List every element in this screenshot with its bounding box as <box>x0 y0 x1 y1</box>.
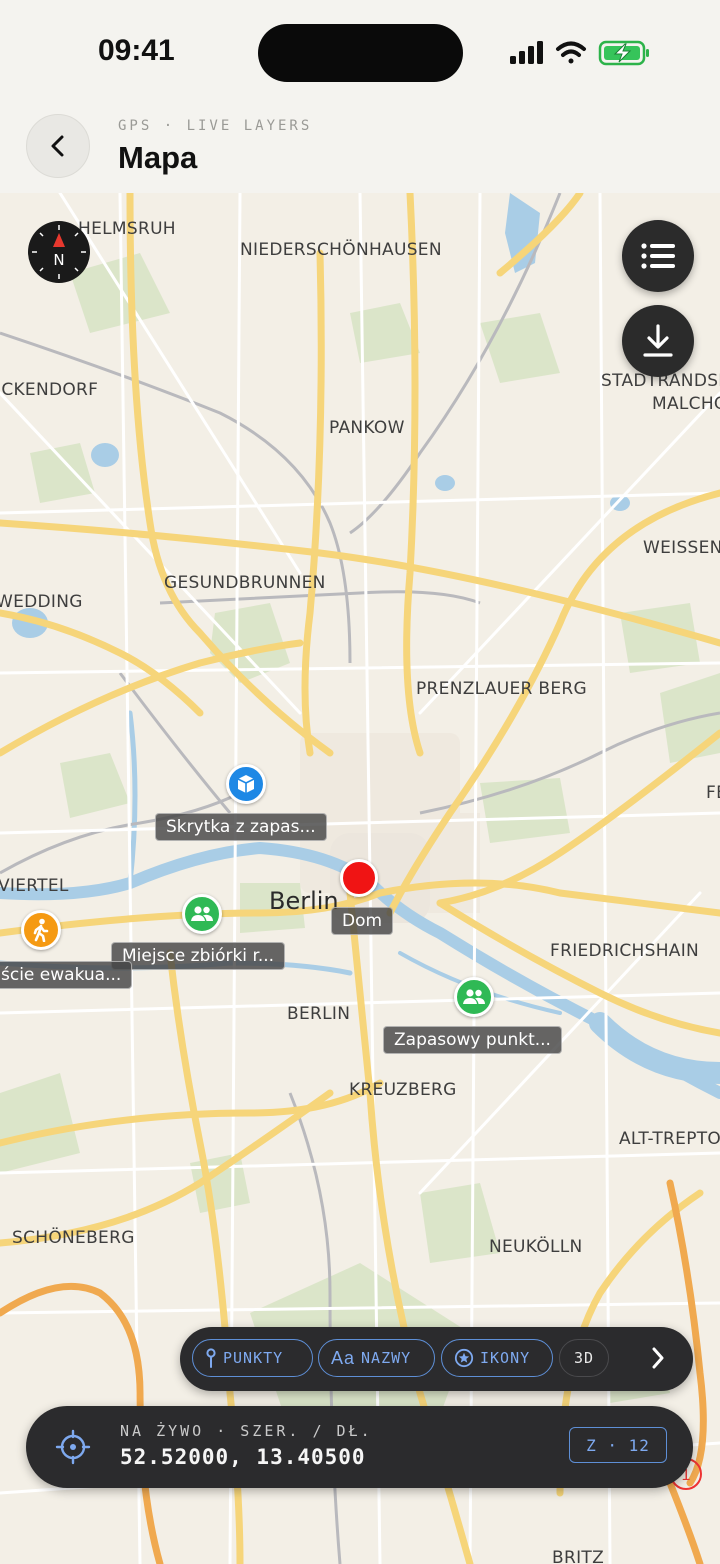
status-icons <box>510 40 649 66</box>
toggle-points[interactable]: PUNKTY <box>192 1339 313 1377</box>
map-label: WEISSEN <box>643 538 720 558</box>
map-city-label: Berlin <box>269 887 339 915</box>
layers-list-button[interactable] <box>622 220 694 292</box>
marker-label: Dom <box>331 907 394 935</box>
download-button[interactable] <box>622 305 694 377</box>
chevron-left-icon <box>51 135 64 157</box>
cache-marker[interactable] <box>226 764 266 804</box>
map-label: BRITZ <box>552 1548 605 1564</box>
map-view[interactable]: 1 HELMSRUH NIEDERSCHÖNHAUSEN ICKENDORF S… <box>0 193 720 1564</box>
map-label: PANKOW <box>329 418 405 438</box>
map-label: BERLIN <box>287 1004 351 1024</box>
back-button[interactable] <box>26 114 90 178</box>
battery-charging-icon <box>598 40 649 66</box>
toggle-names[interactable]: Aa NAZWY <box>318 1339 435 1377</box>
compass-icon: N <box>32 225 86 279</box>
map-label: FE <box>706 783 720 803</box>
map-label: NEUKÖLLN <box>489 1237 583 1257</box>
marker-label: ście ewakua... <box>0 961 133 989</box>
dynamic-island <box>258 24 463 82</box>
map-label: HELMSRUH <box>78 219 176 239</box>
crosshair-icon[interactable] <box>55 1429 91 1465</box>
map-label: WEDDING <box>0 592 83 612</box>
map-label: ALT-TREPTO <box>619 1129 720 1149</box>
compass-letter: N <box>53 251 64 269</box>
coords-value: 52.52000, 13.40500 <box>120 1445 366 1469</box>
map-label: VIERTEL <box>0 876 69 896</box>
backup-point-marker[interactable] <box>454 977 494 1017</box>
wifi-icon <box>556 41 586 64</box>
star-badge-icon <box>454 1348 474 1368</box>
map-label: GESUNDBRUNNEN <box>164 573 326 593</box>
zoom-level-badge[interactable]: Z · 12 <box>569 1427 667 1463</box>
toggle-3d-label: 3D <box>573 1349 595 1367</box>
toggle-icons[interactable]: IKONY <box>441 1339 553 1377</box>
cube-icon <box>237 775 255 793</box>
group-icon <box>191 906 213 921</box>
page-header: GPS · LIVE LAYERS Mapa <box>0 100 720 193</box>
layer-toggle-bar: PUNKTY Aa NAZWY IKONY 3D <box>180 1327 693 1391</box>
evacuation-marker[interactable] <box>21 910 61 950</box>
walking-icon <box>33 918 49 942</box>
marker-label: Skrytka z zapas... <box>155 813 327 841</box>
toggle-points-label: PUNKTY <box>223 1349 284 1367</box>
pin-icon <box>206 1348 216 1368</box>
map-label: SCHÖNEBERG <box>12 1228 135 1248</box>
status-bar: 09:41 <box>0 0 720 100</box>
signal-icon <box>510 41 543 64</box>
toggle-3d[interactable]: 3D <box>559 1339 609 1377</box>
live-coordinates-panel[interactable]: NA ŻYWO · SZER. / DŁ. 52.52000, 13.40500… <box>26 1406 693 1488</box>
map-label: FRIEDRICHSHAIN <box>550 941 700 961</box>
assembly-point-marker[interactable] <box>182 894 222 934</box>
map-label: PRENZLAUER BERG <box>416 679 587 699</box>
map-label: MALCHO <box>652 394 720 414</box>
marker-label: Zapasowy punkt... <box>383 1026 562 1054</box>
compass-button[interactable]: N <box>28 221 90 283</box>
chevron-right-icon[interactable] <box>651 1347 665 1369</box>
download-icon <box>643 324 673 357</box>
map-label: ICKENDORF <box>0 380 99 400</box>
coords-caption: NA ŻYWO · SZER. / DŁ. <box>120 1422 373 1440</box>
list-icon <box>641 243 675 269</box>
home-marker[interactable] <box>340 859 378 897</box>
group-icon <box>463 989 485 1004</box>
toggle-names-label: NAZWY <box>361 1349 412 1367</box>
map-label: NIEDERSCHÖNHAUSEN <box>240 240 442 260</box>
toggle-icons-label: IKONY <box>480 1349 531 1367</box>
text-icon: Aa <box>331 1347 356 1368</box>
marker-label: Miejsce zbiórki r... <box>111 942 286 970</box>
page-subtitle: GPS · LIVE LAYERS <box>118 118 313 134</box>
page-title: Mapa <box>118 140 198 175</box>
map-label: KREUZBERG <box>349 1080 457 1100</box>
status-time: 09:41 <box>98 34 175 67</box>
